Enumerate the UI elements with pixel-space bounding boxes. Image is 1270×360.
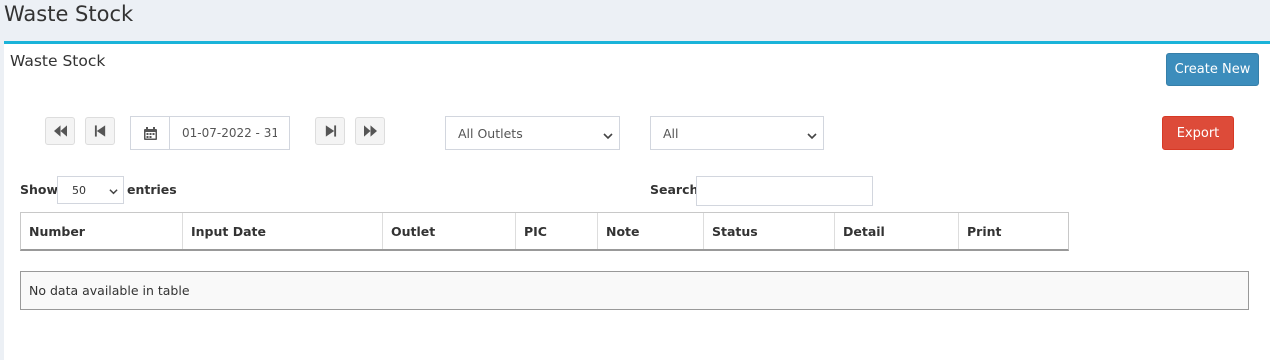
entries-label: entries [127,182,177,197]
first-period-button[interactable] [45,117,75,145]
page-title: Waste Stock [4,2,134,26]
chevron-down-icon [807,129,817,140]
last-period-button[interactable] [355,117,385,145]
create-new-button[interactable]: Create New [1166,53,1259,86]
step-backward-icon [94,125,105,137]
status-filter-value: All [663,125,679,141]
status-filter-select[interactable]: All [650,116,824,150]
column-header-number[interactable]: Number [21,213,183,249]
step-forward-icon [325,125,336,137]
next-period-button[interactable] [315,117,345,145]
column-header-detail[interactable]: Detail [835,213,959,249]
content-box [4,41,1270,360]
column-header-pic[interactable]: PIC [516,213,598,249]
fast-backward-icon [53,125,67,137]
empty-table-row: No data available in table [20,271,1249,310]
page-length-value: 50 [72,183,86,197]
search-input[interactable] [696,176,873,206]
show-label: Show [20,182,59,197]
date-range-input[interactable] [169,116,290,150]
column-header-status[interactable]: Status [704,213,835,249]
column-header-note[interactable]: Note [598,213,704,249]
column-header-input-date[interactable]: Input Date [183,213,383,249]
export-button[interactable]: Export [1162,116,1234,150]
box-title: Waste Stock [10,52,106,70]
column-header-outlet[interactable]: Outlet [383,213,516,249]
calendar-addon[interactable] [130,116,169,150]
outlet-select[interactable]: All Outlets [445,116,620,150]
fast-forward-icon [363,125,377,137]
previous-period-button[interactable] [85,117,115,145]
page-header: Waste Stock [0,0,1270,42]
page-length-select[interactable]: 50 [57,176,124,204]
date-range-group [130,116,290,150]
chevron-down-icon [603,129,613,140]
calendar-icon [143,126,157,140]
outlet-select-value: All Outlets [458,125,523,141]
table-header: Number Input Date Outlet PIC Note Status… [20,212,1069,251]
chevron-down-icon [109,186,118,195]
column-header-print[interactable]: Print [959,213,1068,249]
